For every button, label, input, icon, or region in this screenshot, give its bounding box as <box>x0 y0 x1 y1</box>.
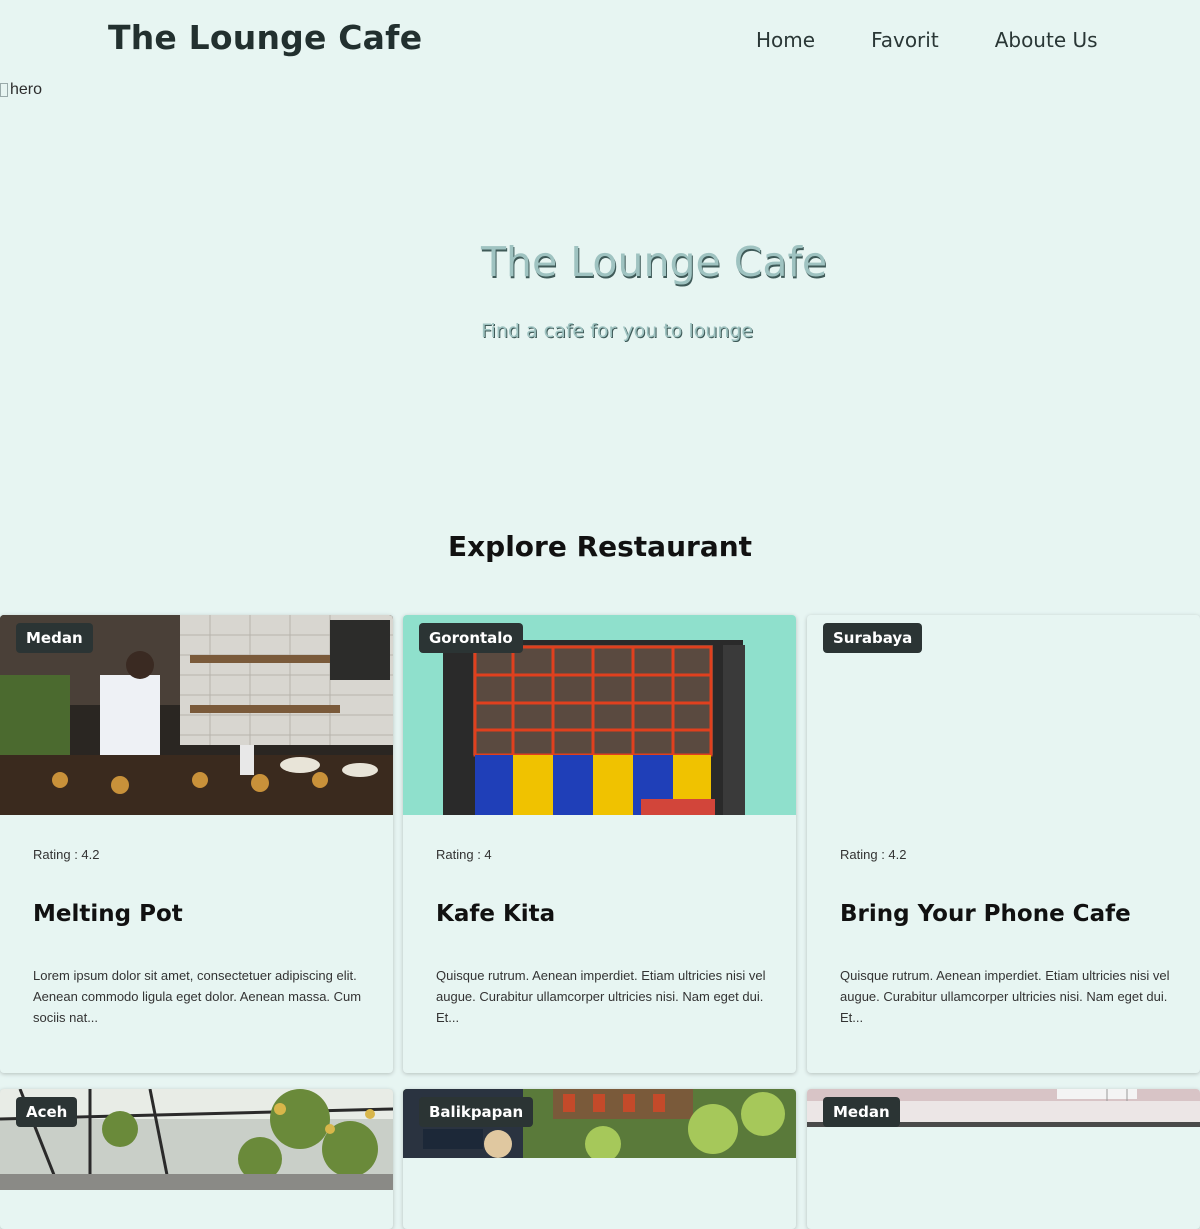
restaurant-image: Gorontalo <box>403 615 796 815</box>
restaurant-card[interactable]: Balikpapan <box>403 1089 796 1229</box>
restaurant-card[interactable]: Medan <box>807 1089 1200 1229</box>
restaurant-name[interactable]: Bring Your Phone Cafe <box>840 901 1131 927</box>
broken-image-icon <box>0 83 8 97</box>
hero-image-broken: hero <box>0 81 42 99</box>
hero-subtitle: Find a cafe for you to lounge <box>481 320 754 342</box>
restaurant-name[interactable]: Melting Pot <box>33 901 183 927</box>
restaurant-rating: Rating : 4.2 <box>33 847 100 862</box>
city-badge: Medan <box>16 623 93 653</box>
restaurant-image: Medan <box>0 615 393 815</box>
restaurant-description: Quisque rutrum. Aenean imperdiet. Etiam … <box>436 968 766 1025</box>
site-header: The Lounge Cafe Home Favorit Aboute Us <box>0 0 1200 80</box>
city-badge: Gorontalo <box>419 623 523 653</box>
nav-favorit-link[interactable]: Favorit <box>871 28 939 52</box>
city-badge: Balikpapan <box>419 1097 534 1127</box>
main-nav: Home Favorit Aboute Us <box>756 28 1154 52</box>
restaurant-card[interactable]: Aceh <box>0 1089 393 1229</box>
restaurant-image: Balikpapan <box>403 1089 796 1158</box>
restaurant-card[interactable]: Surabaya Rating : 4.2 Bring Your Phone C… <box>807 615 1200 1073</box>
hero-title: The Lounge Cafe <box>481 238 828 286</box>
restaurant-description: Quisque rutrum. Aenean imperdiet. Etiam … <box>840 968 1170 1025</box>
brand-title[interactable]: The Lounge Cafe <box>108 18 422 57</box>
section-title: Explore Restaurant <box>447 530 753 563</box>
city-badge: Aceh <box>16 1097 78 1127</box>
city-badge: Surabaya <box>823 623 923 653</box>
restaurant-image: Medan <box>807 1089 1200 1127</box>
nav-about-link[interactable]: Aboute Us <box>995 28 1098 52</box>
restaurant-rating: Rating : 4.2 <box>840 847 907 862</box>
nav-home-link[interactable]: Home <box>756 28 815 52</box>
restaurant-name[interactable]: Kafe Kita <box>436 901 555 927</box>
restaurant-card[interactable]: Gorontalo Rating : 4 Kafe Kita Quisque r… <box>403 615 796 1073</box>
city-badge: Medan <box>823 1097 900 1127</box>
restaurant-rating: Rating : 4 <box>436 847 492 862</box>
restaurant-card[interactable]: Medan Rating : 4.2 Melting Pot Lorem ips… <box>0 615 393 1073</box>
restaurant-description: Lorem ipsum dolor sit amet, consectetuer… <box>33 968 362 1025</box>
hero-image-alt: hero <box>10 81 43 98</box>
restaurant-image: Aceh <box>0 1089 393 1190</box>
